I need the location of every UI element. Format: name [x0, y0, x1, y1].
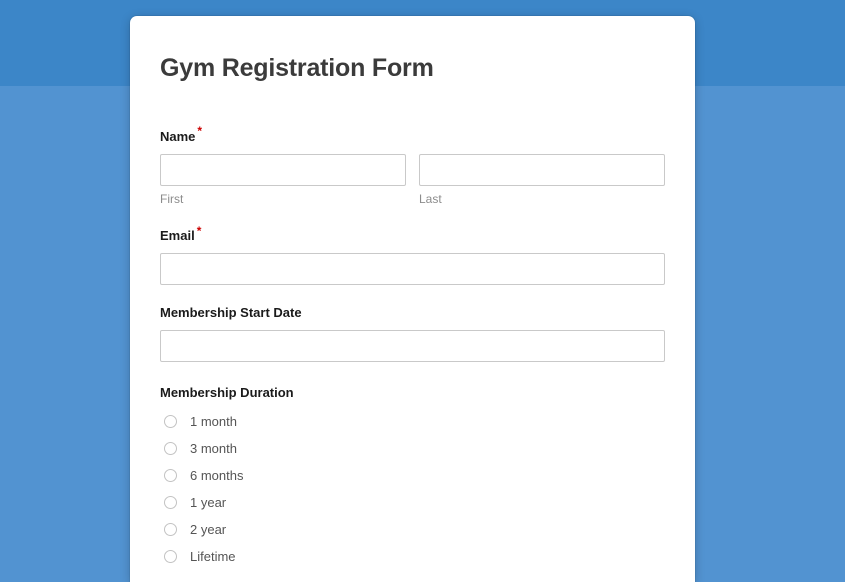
membership-duration-option-label: 3 month [190, 441, 237, 457]
registration-form-card: Gym Registration Form Name * First Last E… [130, 16, 695, 582]
last-name-input[interactable] [419, 153, 665, 186]
radio-circle-icon[interactable] [164, 523, 177, 537]
page-title: Gym Registration Form [160, 54, 434, 82]
membership-duration-option[interactable]: 3 month [160, 435, 665, 462]
email-label: Email * [160, 225, 665, 245]
name-first-column: First [160, 153, 406, 208]
radio-circle-icon[interactable] [164, 469, 177, 483]
email-required-marker: * [196, 223, 202, 238]
first-name-input[interactable] [160, 153, 406, 186]
name-required-marker: * [197, 124, 203, 139]
field-membership-start-date: Membership Start Date [160, 305, 665, 363]
name-input-row: First Last [160, 153, 665, 208]
membership-duration-label: Membership Duration [160, 385, 294, 401]
membership-duration-option-label: Lifetime [190, 549, 236, 565]
membership-duration-option[interactable]: 2 year [160, 516, 665, 543]
form-content: Gym Registration Form Name * First Last E… [130, 16, 695, 570]
radio-circle-icon[interactable] [164, 442, 177, 456]
membership-duration-option[interactable]: 1 year [160, 489, 665, 516]
membership-start-date-label: Membership Start Date [160, 305, 302, 321]
field-email: Email * [160, 225, 665, 286]
radio-circle-icon[interactable] [164, 550, 177, 564]
first-name-sublabel: First [160, 191, 184, 206]
membership-start-date-input[interactable] [160, 330, 665, 363]
membership-duration-option-label: 1 year [190, 495, 227, 511]
email-label-text: Email [160, 228, 195, 244]
field-membership-duration: Membership Duration 1 month 3 month 6 mont… [160, 385, 665, 570]
membership-duration-option[interactable]: 6 months [160, 462, 665, 489]
name-last-column: Last [419, 153, 665, 208]
membership-duration-radio-group: 1 month 3 month 6 months 1 year 2 year Lifeti… [160, 408, 665, 570]
field-name: Name * First Last [160, 125, 665, 208]
membership-duration-option[interactable]: Lifetime [160, 543, 665, 570]
name-label: Name * [160, 125, 665, 146]
membership-duration-option-label: 1 month [190, 414, 237, 430]
membership-duration-option-label: 6 months [190, 468, 244, 484]
membership-duration-option-label: 2 year [190, 522, 227, 538]
name-label-text: Name [160, 128, 196, 144]
membership-duration-option[interactable]: 1 month [160, 408, 665, 435]
last-name-sublabel: Last [419, 191, 442, 206]
email-input[interactable] [160, 253, 665, 286]
radio-circle-icon[interactable] [164, 415, 177, 429]
radio-circle-icon[interactable] [164, 496, 177, 510]
